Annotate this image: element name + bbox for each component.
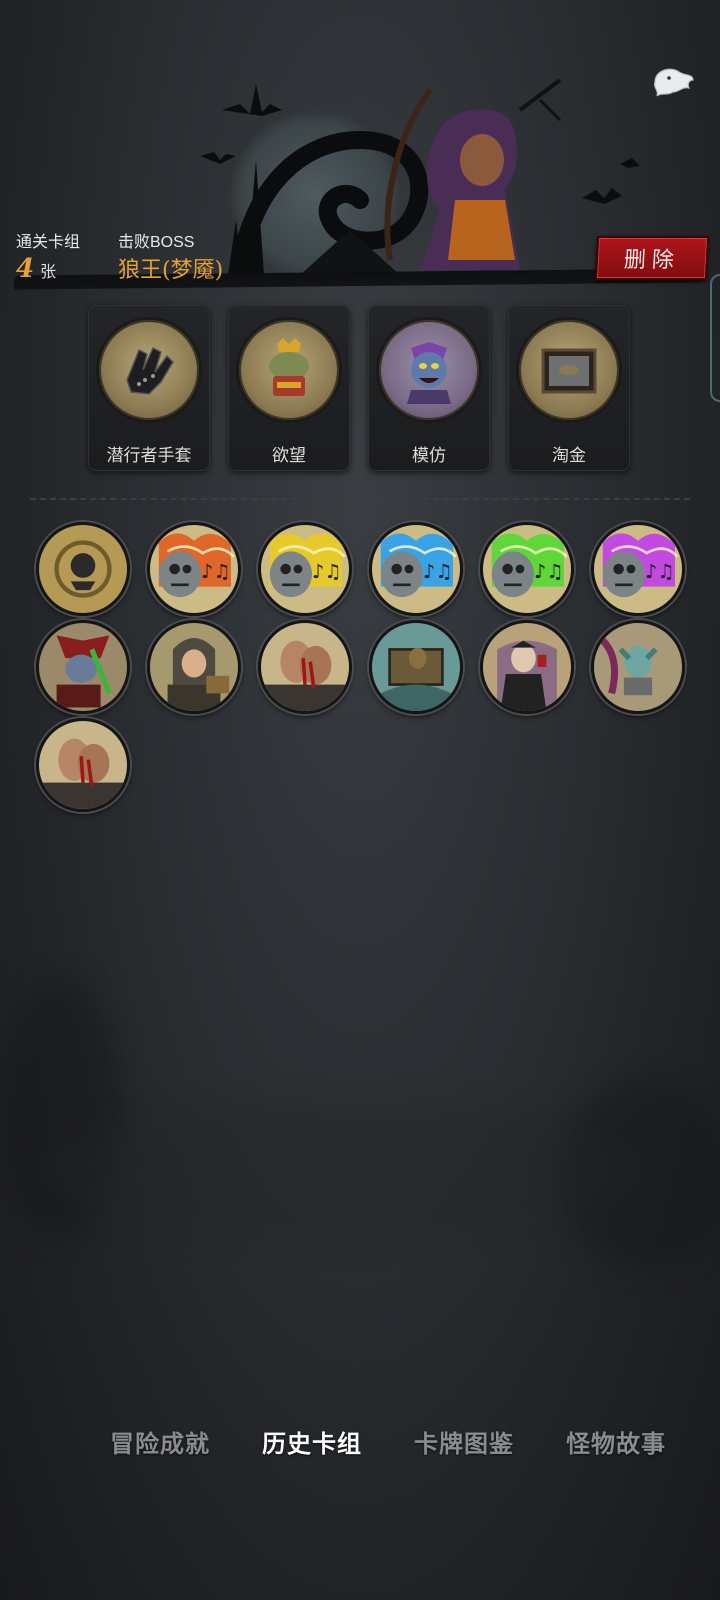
tab-card-codex[interactable]: 卡牌图鉴: [388, 1424, 540, 1459]
relic-label: 潜行者手套: [106, 446, 192, 466]
history-card[interactable]: [36, 620, 130, 714]
deck-count-unit: 张: [40, 262, 57, 281]
relic-label: 淘金: [552, 446, 586, 466]
frog-king-icon: [236, 317, 342, 423]
gloves-icon: [96, 317, 202, 423]
gold-pan-icon: [516, 317, 622, 423]
side-drawer-handle[interactable]: [710, 274, 720, 402]
relic-item[interactable]: 潜行者手套: [88, 305, 210, 471]
tab-history-decks[interactable]: 历史卡组: [236, 1424, 388, 1459]
history-card[interactable]: [369, 620, 463, 714]
background-shadow: [40, 1100, 640, 1240]
relic-label: 欲望: [272, 446, 306, 466]
boss-label: 击败BOSS: [118, 234, 195, 251]
deck-summary: 通关卡组: [16, 228, 80, 252]
history-card[interactable]: ♪♫: [480, 522, 574, 616]
relic-label: 模仿: [412, 446, 446, 466]
music-skull-blue-card: ♪♫: [372, 525, 460, 613]
history-card[interactable]: ♪♫: [147, 522, 241, 616]
svg-text:♪♫: ♪♫: [534, 560, 564, 583]
deck-count-label: 通关卡组: [16, 234, 81, 251]
hooded-thief-card: [150, 623, 238, 711]
relic-list: 潜行者手套 欲望 模仿 淘金: [88, 305, 630, 471]
history-card[interactable]: [36, 718, 130, 812]
svg-text:♪♫: ♪♫: [312, 560, 342, 583]
scarecrow-crate-card: [372, 623, 460, 711]
goblin-icon: [376, 317, 482, 423]
deck-count-value: 4: [16, 254, 35, 284]
vampire-card: [483, 623, 571, 711]
svg-text:♪♫: ♪♫: [201, 560, 231, 583]
relic-item[interactable]: 模仿: [368, 305, 490, 471]
boss-name: 狼王(梦魇): [118, 258, 224, 283]
history-card[interactable]: [147, 620, 241, 714]
bottom-tab-bar: 冒险成就 历史卡组 卡牌图鉴 怪物故事: [84, 1424, 692, 1459]
history-card[interactable]: ♪♫: [591, 522, 685, 616]
bloody-hands-card: [261, 623, 349, 711]
svg-text:♪♫: ♪♫: [423, 560, 453, 583]
boss-summary: 击败BOSS: [118, 228, 194, 252]
tab-adventure-achievements[interactable]: 冒险成就: [84, 1424, 236, 1459]
section-divider: [30, 498, 690, 500]
gargoyle-card: [594, 623, 682, 711]
history-card[interactable]: [258, 620, 352, 714]
relic-item[interactable]: 欲望: [228, 305, 350, 471]
history-card[interactable]: ♪♫: [369, 522, 463, 616]
delete-button[interactable]: 删除: [594, 236, 710, 280]
history-card[interactable]: ♪♫: [258, 522, 352, 616]
svg-text:♪♫: ♪♫: [645, 560, 675, 583]
relic-item[interactable]: 淘金: [508, 305, 630, 471]
deck-count: 4 张: [16, 254, 56, 284]
skull-coin-card: [39, 525, 127, 613]
history-card-grid: ♪♫ ♪♫ ♪♫ ♪♫ ♪♫: [36, 522, 720, 812]
demon-guitar-card: [39, 623, 127, 711]
bloody-hands-card: [39, 721, 127, 809]
history-card[interactable]: [36, 522, 130, 616]
history-card[interactable]: [591, 620, 685, 714]
music-skull-red-card: ♪♫: [150, 525, 238, 613]
music-skull-green-card: ♪♫: [483, 525, 571, 613]
tab-monster-stories[interactable]: 怪物故事: [540, 1424, 692, 1459]
music-skull-purple-card: ♪♫: [594, 525, 682, 613]
history-card[interactable]: [480, 620, 574, 714]
music-skull-yellow-card: ♪♫: [261, 525, 349, 613]
